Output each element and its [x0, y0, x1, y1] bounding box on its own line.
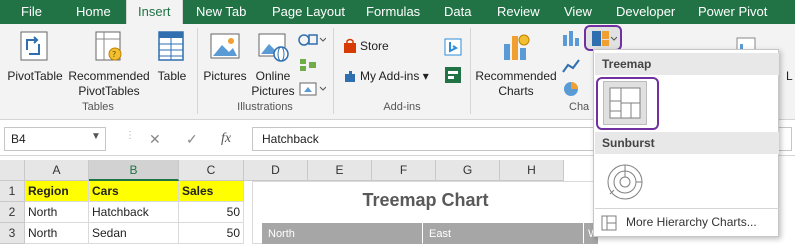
sunburst-icon	[607, 164, 643, 200]
row-header-3[interactable]: 3	[0, 223, 25, 244]
my-add-ins-button[interactable]: My Add-ins ▾	[360, 69, 438, 84]
my-add-ins-label: My Add-ins	[360, 69, 420, 83]
insert-function-icon[interactable]: fx	[221, 131, 231, 147]
cell-a2[interactable]: North	[25, 202, 89, 223]
hierarchy-button-highlight	[584, 25, 622, 51]
cell-b3[interactable]: Sedan	[89, 223, 179, 244]
illustrations-group-label: Illustrations	[237, 101, 293, 113]
pivottable-button[interactable]: PivotTable	[4, 69, 66, 84]
column-header-h[interactable]: H	[500, 160, 564, 181]
tab-page-layout[interactable]: Page Layout	[272, 0, 345, 24]
bing-icon	[444, 38, 462, 56]
online-pictures-icon	[258, 33, 289, 62]
menu-divider	[595, 208, 779, 209]
treemap-option-highlight	[596, 77, 659, 130]
more-hierarchy-charts-item[interactable]: More Hierarchy Charts...	[595, 212, 779, 234]
store-button[interactable]: Store	[360, 39, 400, 54]
tab-home[interactable]: Home	[76, 0, 111, 24]
recommended-charts-button[interactable]: Recommended Charts	[473, 69, 559, 99]
recommended-charts-label-2: Charts	[498, 84, 534, 98]
people-graph-icon	[445, 67, 461, 83]
tab-insert[interactable]: Insert	[126, 0, 183, 24]
cell-a3[interactable]: North	[25, 223, 89, 244]
recommended-charts-icon	[504, 34, 530, 60]
treemap-tile-east: East	[423, 223, 583, 244]
tab-review[interactable]: Review	[497, 0, 540, 24]
treemap-tile-north: North	[262, 223, 422, 244]
ribbon-tab-bar: File Home Insert New Tab Page Layout For…	[0, 0, 795, 24]
tab-view[interactable]: View	[564, 0, 592, 24]
more-hierarchy-charts-label: More Hierarchy Charts...	[626, 215, 757, 229]
partial-ribbon-label: L	[786, 69, 793, 83]
table-button[interactable]: Table	[152, 69, 192, 84]
my-add-ins-icon	[345, 71, 355, 82]
group-separator	[470, 28, 471, 114]
hierarchy-chart-icon	[601, 215, 617, 231]
cell-b2[interactable]: Hatchback	[89, 202, 179, 223]
online-pictures-button[interactable]: Online Pictures	[250, 69, 296, 99]
smartart-icon	[300, 59, 316, 71]
tab-new-tab[interactable]: New Tab	[196, 0, 246, 24]
online-pictures-label-2: Pictures	[251, 84, 295, 98]
chart-title: Treemap Chart	[362, 190, 489, 210]
pictures-button[interactable]: Pictures	[200, 69, 250, 84]
treemap-chart[interactable]: Treemap Chart North East W	[252, 181, 598, 244]
svg-text:?: ?	[112, 50, 116, 59]
column-header-e[interactable]: E	[308, 160, 372, 181]
tab-developer[interactable]: Developer	[616, 0, 675, 24]
treemap-section-header: Treemap	[595, 53, 779, 75]
row-header-2[interactable]: 2	[0, 202, 25, 223]
recommended-charts-label-1: Recommended	[475, 69, 557, 83]
column-header-f[interactable]: F	[372, 160, 436, 181]
online-pictures-label-1: Online	[255, 69, 291, 83]
recommended-pivottables-button[interactable]: Recommended PivotTables	[66, 69, 152, 99]
cell-a1[interactable]: Region	[25, 181, 89, 202]
select-all-corner[interactable]	[0, 160, 25, 181]
column-header-a[interactable]: A	[25, 160, 89, 181]
tab-formulas[interactable]: Formulas	[366, 0, 420, 24]
add-ins-group-label: Add-ins	[383, 101, 421, 113]
sunburst-option[interactable]	[603, 160, 647, 204]
sunburst-section-header: Sunburst	[595, 132, 779, 154]
name-box-dropdown-icon[interactable]: ▼	[91, 131, 101, 142]
cell-b1[interactable]: Cars	[89, 181, 179, 202]
pivottable-icon	[20, 31, 48, 61]
hierarchy-chart-menu: Treemap Sunburst More Hierarchy Charts..…	[593, 49, 779, 237]
screenshot-icon	[299, 82, 326, 96]
table-icon	[158, 31, 184, 61]
tab-file[interactable]: File	[21, 0, 42, 24]
recommended-pivottables-label-2: PivotTables	[78, 84, 140, 98]
line-chart-icon	[562, 59, 580, 73]
cancel-icon[interactable]: ✕	[149, 131, 161, 148]
column-header-b[interactable]: B	[89, 160, 179, 181]
row-header-1[interactable]: 1	[0, 181, 25, 202]
tab-power-pivot[interactable]: Power Pivot	[698, 0, 767, 24]
tables-group-label: Tables	[82, 101, 114, 113]
column-chart-icon	[563, 31, 579, 46]
store-icon	[344, 38, 356, 53]
shapes-icon	[298, 34, 326, 46]
tab-data[interactable]: Data	[444, 0, 471, 24]
cell-c3[interactable]: 50	[179, 223, 244, 244]
formula-bar-grip-icon: ⋮	[125, 130, 135, 141]
pictures-icon	[210, 33, 240, 59]
cell-c2[interactable]: 50	[179, 202, 244, 223]
recommended-pivottables-icon: ?	[95, 31, 122, 61]
column-header-d[interactable]: D	[244, 160, 308, 181]
cell-c1[interactable]: Sales	[179, 181, 244, 202]
recommended-pivottables-label-1: Recommended	[68, 69, 150, 83]
dropdown-arrow-icon: ▾	[422, 69, 429, 83]
column-header-g[interactable]: G	[436, 160, 500, 181]
pie-chart-icon	[564, 82, 578, 96]
column-header-c[interactable]: C	[179, 160, 244, 181]
enter-icon[interactable]: ✓	[186, 131, 198, 148]
